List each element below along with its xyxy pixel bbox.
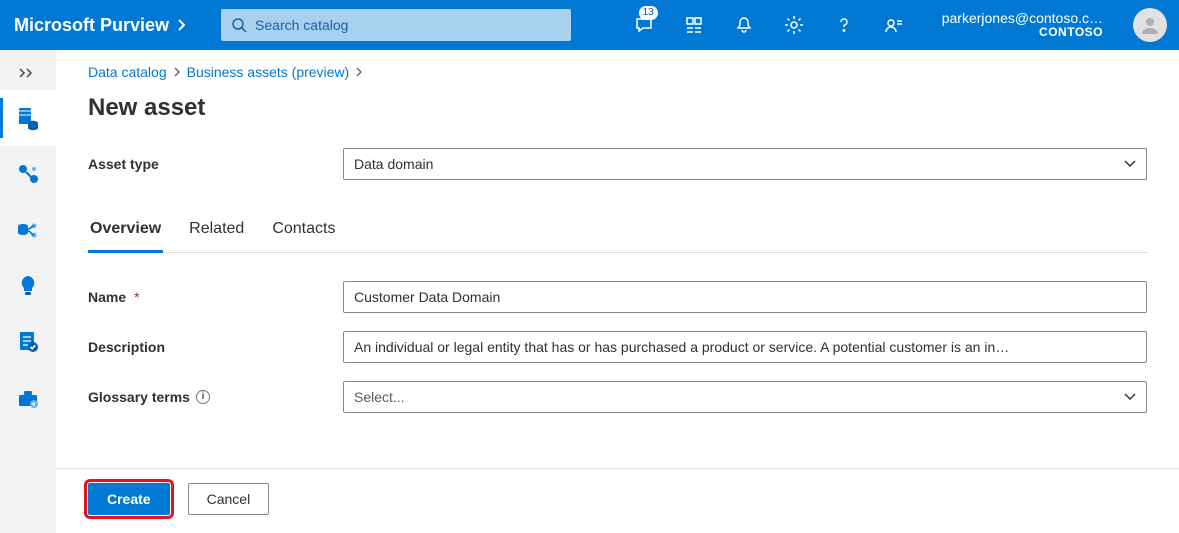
chevron-right-icon xyxy=(173,67,181,77)
info-icon[interactable]: i xyxy=(196,390,210,404)
footer-actions: Create Cancel xyxy=(56,468,1179,533)
gear-icon[interactable] xyxy=(778,0,810,50)
description-value: An individual or legal entity that has o… xyxy=(354,339,1136,355)
user-info: parkerjones@contoso.c… CONTOSO xyxy=(942,10,1103,40)
tabs: Overview Related Contacts xyxy=(88,214,1147,253)
row-glossary: Glossary terms i Select... xyxy=(88,381,1147,413)
breadcrumb: Data catalog Business assets (preview) xyxy=(88,64,1147,80)
notification-badge: 13 xyxy=(639,6,658,20)
data-share-icon xyxy=(15,217,41,243)
lightbulb-icon xyxy=(15,273,41,299)
policy-icon xyxy=(15,329,41,355)
top-bar: Microsoft Purview Search catalog 13 xyxy=(0,0,1179,50)
label-glossary: Glossary terms i xyxy=(88,389,343,405)
avatar[interactable] xyxy=(1133,8,1167,42)
catalog-icon xyxy=(15,105,41,131)
topbar-actions: 13 parkerjones@contoso.c… CONTOSO xyxy=(628,0,1171,50)
chevron-right-icon xyxy=(355,67,363,77)
tab-related[interactable]: Related xyxy=(187,214,246,252)
sidebar-item-policies[interactable] xyxy=(0,314,56,370)
label-name: Name * xyxy=(88,289,343,305)
sidebar-item-insights[interactable] xyxy=(0,258,56,314)
sidebar-item-data-catalog[interactable] xyxy=(0,90,56,146)
search-icon xyxy=(231,17,247,33)
data-map-icon xyxy=(15,161,41,187)
chevron-down-icon xyxy=(1124,393,1136,401)
search-input[interactable]: Search catalog xyxy=(221,9,571,41)
brand-switcher[interactable]: Microsoft Purview xyxy=(8,15,193,36)
name-value: Customer Data Domain xyxy=(354,289,1136,305)
sidebar-item-data-sharing[interactable] xyxy=(0,202,56,258)
tab-contacts[interactable]: Contacts xyxy=(270,214,337,252)
tenant-name: CONTOSO xyxy=(1039,26,1103,40)
diagnostics-icon[interactable] xyxy=(678,0,710,50)
page-title: New asset xyxy=(88,94,1147,122)
create-button[interactable]: Create xyxy=(88,483,170,515)
label-description: Description xyxy=(88,339,343,355)
glossary-select[interactable]: Select... xyxy=(343,381,1147,413)
help-icon[interactable] xyxy=(828,0,860,50)
user-email: parkerjones@contoso.c… xyxy=(942,10,1103,26)
search-placeholder: Search catalog xyxy=(255,17,348,33)
chat-icon[interactable]: 13 xyxy=(628,0,660,50)
sidebar-item-management[interactable] xyxy=(0,370,56,426)
breadcrumb-business-assets[interactable]: Business assets (preview) xyxy=(187,64,350,80)
toolbox-icon xyxy=(15,385,41,411)
asset-type-value: Data domain xyxy=(354,156,1124,172)
asset-type-select[interactable]: Data domain xyxy=(343,148,1147,180)
name-input[interactable]: Customer Data Domain xyxy=(343,281,1147,313)
main: Data catalog Business assets (preview) N… xyxy=(56,50,1179,533)
cancel-button[interactable]: Cancel xyxy=(188,483,270,515)
glossary-placeholder: Select... xyxy=(354,389,1124,405)
chevron-right-icon xyxy=(177,19,185,31)
bell-icon[interactable] xyxy=(728,0,760,50)
feedback-icon[interactable] xyxy=(878,0,910,50)
tab-overview[interactable]: Overview xyxy=(88,214,163,253)
breadcrumb-data-catalog[interactable]: Data catalog xyxy=(88,64,167,80)
content: Data catalog Business assets (preview) N… xyxy=(56,50,1179,468)
row-description: Description An individual or legal entit… xyxy=(88,331,1147,363)
row-asset-type: Asset type Data domain xyxy=(88,148,1147,180)
chevron-down-icon xyxy=(1124,160,1136,168)
body: Data catalog Business assets (preview) N… xyxy=(0,50,1179,533)
sidebar xyxy=(0,50,56,533)
required-marker: * xyxy=(134,289,139,305)
sidebar-item-data-map[interactable] xyxy=(0,146,56,202)
description-input[interactable]: An individual or legal entity that has o… xyxy=(343,331,1147,363)
brand-label: Microsoft Purview xyxy=(14,15,169,36)
label-asset-type: Asset type xyxy=(88,156,343,172)
expand-nav-button[interactable] xyxy=(6,56,50,90)
row-name: Name * Customer Data Domain xyxy=(88,281,1147,313)
